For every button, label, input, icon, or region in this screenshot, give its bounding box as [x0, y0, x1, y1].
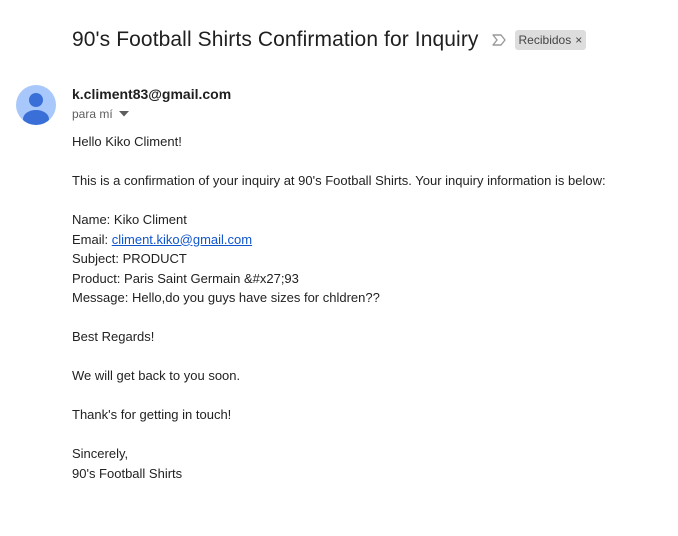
email-subject-title: 90's Football Shirts Confirmation for In…: [72, 28, 479, 51]
regards-line: Best Regards!: [72, 329, 155, 344]
recipient-details-toggle[interactable]: para mí: [72, 107, 231, 121]
product-line: Product: Paris Saint Germain &#x27;93: [72, 270, 299, 286]
email-subject-row: 90's Football Shirts Confirmation for In…: [72, 28, 587, 52]
remove-label-button[interactable]: ×: [575, 34, 582, 46]
back-soon-line: We will get back to you soon.: [72, 368, 241, 383]
sender-block: k.climent83@gmail.com para mí: [72, 86, 231, 121]
inbox-label-chip: Recibidos ×: [514, 30, 587, 50]
email-line: Email: climent.kiko@gmail.com: [72, 230, 606, 250]
email-line-prefix: Email:: [72, 231, 112, 247]
email-link[interactable]: climent.kiko@gmail.com: [112, 232, 252, 247]
subject-line: Subject: PRODUCT: [72, 251, 187, 266]
name-line: Name: Kiko Climent: [72, 212, 187, 227]
intro-line: This is a confirmation of your inquiry a…: [72, 173, 606, 188]
sender-avatar[interactable]: [16, 85, 56, 125]
message-line: Message: Hello,do you guys have sizes fo…: [72, 290, 380, 305]
signature-line: 90's Football Shirts: [72, 465, 183, 481]
recipient-text: para mí: [72, 107, 113, 121]
chevron-down-icon[interactable]: [118, 111, 129, 117]
greeting-line: Hello Kiko Climent!: [72, 134, 182, 149]
importance-marker-icon[interactable]: [491, 32, 507, 48]
label-chip-text: Recibidos: [518, 33, 572, 47]
message-body: Hello Kiko Climent! This is a confirmati…: [72, 132, 606, 483]
thanks-line: Thank's for getting in touch!: [72, 407, 232, 422]
sender-email[interactable]: k.climent83@gmail.com: [72, 86, 231, 102]
person-icon: [23, 93, 49, 125]
sincerely-line: Sincerely,: [72, 446, 129, 461]
